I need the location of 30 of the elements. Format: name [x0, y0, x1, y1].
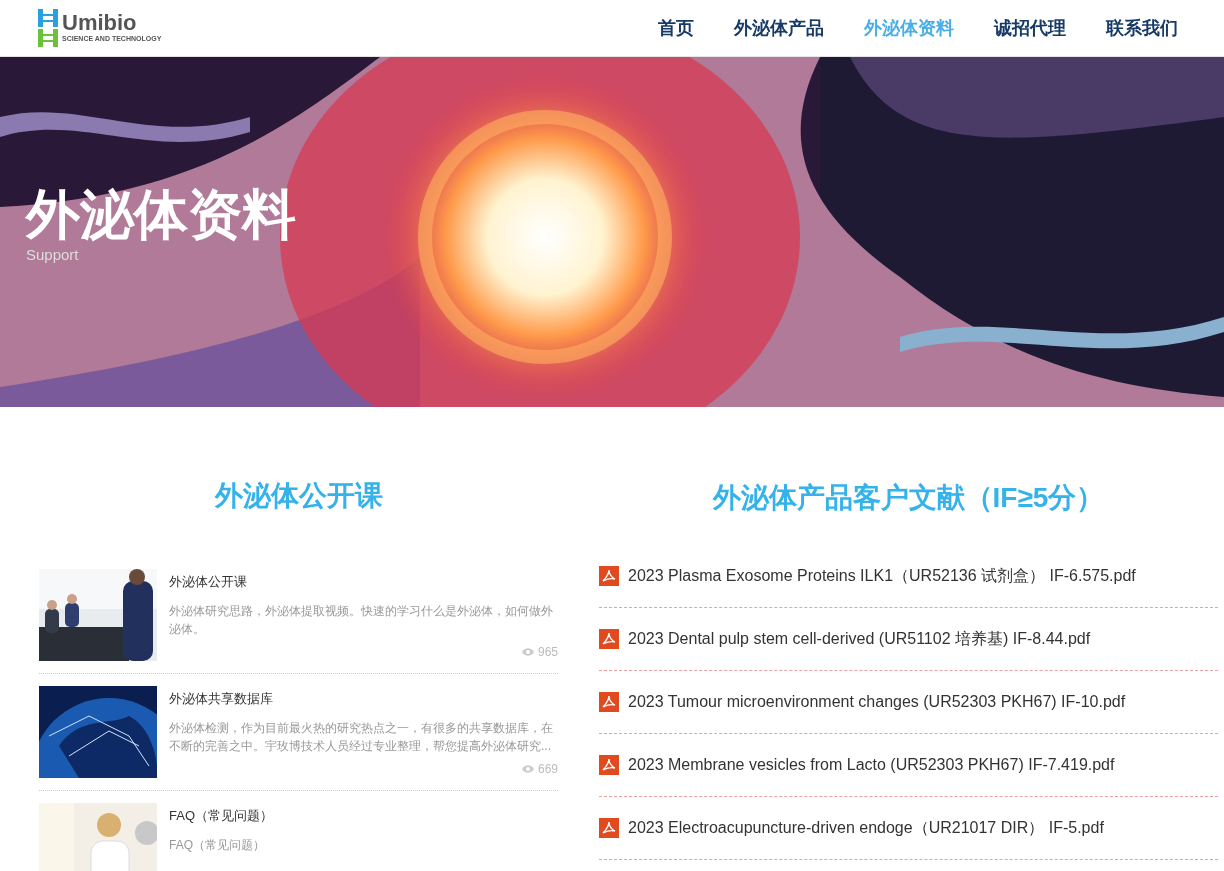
document-link[interactable]: 2023 Membrane vesicles from Lacto (UR52303 PKH67) IF-7.419.pdf — [628, 753, 1115, 777]
nav-link[interactable]: 诚招代理 — [974, 14, 1086, 42]
nav-link[interactable]: 外泌体产品 — [714, 14, 844, 42]
document-link[interactable]: 2023 Plasma Exosome Proteins ILK1（UR52136 试剂盒） IF-6.575.pdf — [628, 564, 1136, 588]
document-link[interactable]: 2023 Dental pulp stem cell-derived (UR51102 培养基) IF-8.44.pdf — [628, 627, 1091, 651]
view-count: 669 — [537, 761, 558, 778]
pdf-icon — [599, 629, 619, 649]
eye-icon — [521, 648, 534, 656]
eye-icon — [521, 765, 534, 773]
pdf-icon — [599, 818, 619, 838]
course-description: 外泌体检测，作为目前最火热的研究热点之一，有很多的共享数据库，在不断的完善之中。宇玫博技术人员经过专业整理，帮您提高外泌体研究... — [169, 719, 554, 755]
course-title[interactable]: 外泌体公开课 — [169, 572, 558, 592]
course-title[interactable]: FAQ（常见问题） — [169, 806, 558, 826]
banner-subtitle: Support — [26, 245, 80, 266]
course-description: FAQ（常见问题） — [169, 836, 266, 854]
pdf-icon — [599, 755, 619, 775]
pdf-icon — [599, 566, 619, 586]
logo-icon — [38, 9, 58, 47]
pdf-icon — [599, 692, 619, 712]
banner-title: 外泌体资料 — [26, 185, 296, 245]
logo-text: Umibio — [62, 11, 138, 34]
section-heading: 外泌体公开课 — [213, 479, 384, 513]
nav-link[interactable]: 首页 — [638, 14, 714, 42]
document-link[interactable]: 2023 Tumour microenvironment changes (UR52303 PKH67) IF-10.pdf — [628, 690, 1126, 714]
section-heading: 外泌体产品客户文献（IF≥5分） — [711, 481, 1106, 515]
document-link[interactable]: 2023 Electroacupuncture-driven endoge（UR21017 DIR） IF-5.pdf — [628, 816, 1104, 840]
view-count: 965 — [537, 644, 558, 661]
course-description: 外泌体研究思路，外泌体提取视频。快速的学习什么是外泌体，如何做外泌体。 — [169, 602, 554, 638]
course-title[interactable]: 外泌体共享数据库 — [169, 689, 558, 709]
nav-link[interactable]: 联系我们 — [1086, 14, 1198, 42]
